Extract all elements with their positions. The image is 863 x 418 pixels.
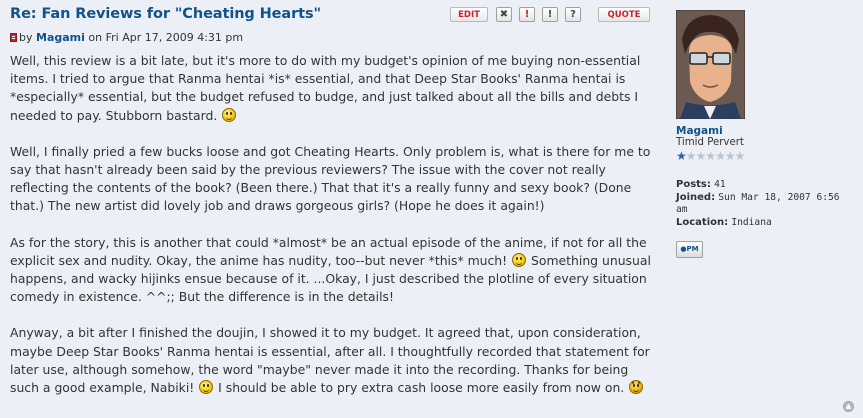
rank-stars: ★★★★★★★ bbox=[676, 150, 856, 162]
post-profile: Magami Timid Pervert ★★★★★★★ Posts: 41 J… bbox=[676, 10, 856, 259]
profile-joined: Joined: Sun Mar 18, 2007 6:56 am bbox=[676, 192, 856, 217]
profile-posts: Posts: 41 bbox=[676, 179, 856, 192]
smiley-icon bbox=[199, 380, 214, 395]
post-title[interactable]: Re: Fan Reviews for "Cheating Hearts" bbox=[10, 6, 658, 22]
pm-button[interactable]: ●PM bbox=[676, 241, 703, 259]
posts-value[interactable]: 41 bbox=[714, 179, 726, 190]
report-button[interactable]: ! bbox=[519, 7, 535, 22]
delete-button[interactable]: ✖ bbox=[496, 7, 512, 22]
post-paragraph-4: Anyway, a bit after I finished the douji… bbox=[10, 324, 658, 397]
location-label: Location: bbox=[676, 216, 729, 228]
post-paragraph-1: Well, this review is a bit late, but it'… bbox=[10, 52, 658, 125]
paragraph-text: I should be able to pry extra cash loose… bbox=[214, 380, 625, 396]
post-byline: by Magami on Fri Apr 17, 2009 4:31 pm bbox=[10, 31, 658, 44]
profile-stats: Posts: 41 Joined: Sun Mar 18, 2007 6:56 … bbox=[676, 179, 856, 229]
profile-username[interactable]: Magami bbox=[676, 125, 856, 137]
smiley-icon bbox=[222, 107, 237, 122]
star-filled-icon: ★ bbox=[676, 149, 687, 163]
paragraph-text: Well, this review is a bit late, but it'… bbox=[10, 53, 641, 123]
post-date: on Fri Apr 17, 2009 4:31 pm bbox=[88, 31, 244, 44]
star-empty-icon: ★ bbox=[705, 149, 716, 163]
evil-smiley-icon bbox=[629, 380, 644, 395]
star-empty-icon: ★ bbox=[734, 149, 746, 163]
post-author-link[interactable]: Magami bbox=[36, 31, 85, 44]
edit-button[interactable]: EDIT bbox=[450, 7, 488, 22]
profile-rank: Timid Pervert bbox=[676, 137, 744, 148]
quote-button[interactable]: QUOTE bbox=[598, 7, 650, 22]
info-button[interactable]: ? bbox=[565, 7, 581, 22]
star-empty-icon: ★ bbox=[695, 149, 707, 163]
paragraph-text: Well, I finally pried a few bucks loose … bbox=[10, 143, 651, 214]
star-empty-icon: ★ bbox=[724, 149, 736, 163]
post-body: Re: Fan Reviews for "Cheating Hearts" by… bbox=[10, 6, 658, 415]
post-content: Well, this review is a bit late, but it'… bbox=[10, 52, 658, 397]
byline-by: by bbox=[19, 31, 33, 44]
back-to-top-icon[interactable]: ▲ bbox=[843, 401, 854, 412]
post-paragraph-2: Well, I finally pried a few bucks loose … bbox=[10, 143, 658, 216]
star-empty-icon: ★ bbox=[685, 149, 697, 163]
smiley-icon bbox=[512, 252, 527, 267]
star-empty-icon: ★ bbox=[715, 149, 726, 163]
profile-location: Location: Indiana bbox=[676, 217, 856, 230]
joined-label: Joined: bbox=[676, 191, 716, 203]
post-paragraph-3: As for the story, this is another that c… bbox=[10, 234, 658, 307]
post-icon[interactable] bbox=[10, 33, 17, 42]
posts-label: Posts: bbox=[676, 179, 711, 190]
warn-button[interactable]: ! bbox=[542, 7, 558, 22]
forum-post: Re: Fan Reviews for "Cheating Hearts" by… bbox=[0, 0, 863, 418]
location-value: Indiana bbox=[731, 216, 772, 228]
avatar[interactable] bbox=[676, 10, 745, 119]
pm-label: PM bbox=[686, 245, 699, 254]
